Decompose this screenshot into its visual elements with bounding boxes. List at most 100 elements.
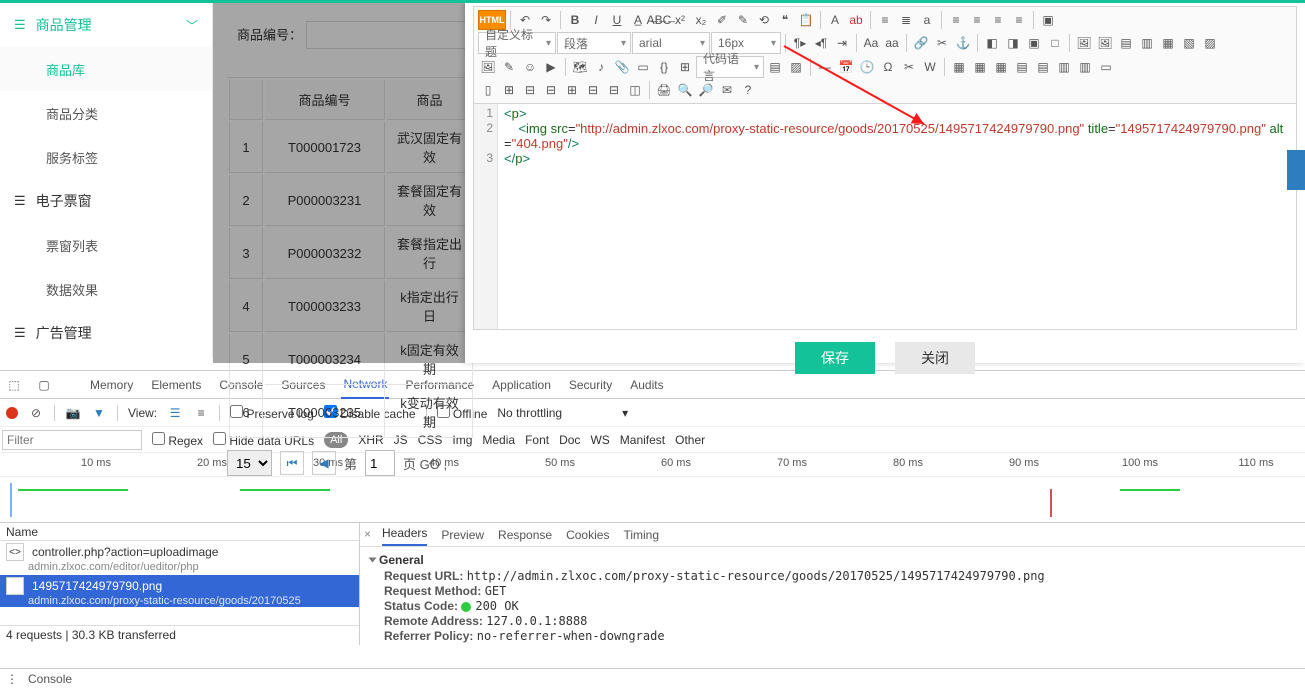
- touppercase-icon[interactable]: Aa: [861, 33, 881, 53]
- type-media[interactable]: Media: [482, 433, 515, 447]
- subscript-icon[interactable]: x₂: [691, 10, 711, 30]
- ul-icon[interactable]: ≣: [896, 10, 916, 30]
- insert-more-4-icon[interactable]: ▧: [1179, 33, 1199, 53]
- type-font[interactable]: Font: [525, 433, 549, 447]
- image-none-icon[interactable]: □: [1045, 33, 1065, 53]
- merge-right-icon[interactable]: ⊟: [520, 80, 540, 100]
- selectall-icon[interactable]: a: [917, 10, 937, 30]
- insert-more-2-icon[interactable]: ▥: [1137, 33, 1157, 53]
- source-code-area[interactable]: 1 2 3 <p> <img src="http://admin.zlxoc.c…: [473, 104, 1297, 330]
- row-before-icon[interactable]: ▤: [1012, 57, 1032, 77]
- source-code[interactable]: <p> <img src="http://admin.zlxoc.com/pro…: [498, 104, 1296, 329]
- template-icon[interactable]: ▤: [765, 57, 785, 77]
- sidebar-group-goods[interactable]: ☰ 商品管理 ﹀: [0, 3, 212, 47]
- tolowercase-icon[interactable]: aa: [882, 33, 902, 53]
- page-input[interactable]: [365, 450, 395, 476]
- formatmatch-icon[interactable]: ✎: [733, 10, 753, 30]
- spechars-icon[interactable]: Ω: [878, 57, 898, 77]
- disclosure-triangle-icon[interactable]: [369, 558, 377, 563]
- attachment-icon[interactable]: 📎: [612, 57, 632, 77]
- tableprops-icon[interactable]: ▦: [970, 57, 990, 77]
- filter-toggle-icon[interactable]: ▼: [91, 406, 107, 420]
- pager-prev-icon[interactable]: ◀: [312, 451, 336, 475]
- insertcode-icon[interactable]: {}: [654, 57, 674, 77]
- anchor-icon[interactable]: ⚓: [953, 33, 973, 53]
- netlist-header[interactable]: Name: [0, 523, 359, 541]
- map-icon[interactable]: 🗺: [570, 57, 590, 77]
- insert-more-1-icon[interactable]: ▤: [1116, 33, 1136, 53]
- hr-icon[interactable]: —: [815, 57, 835, 77]
- inserttable-icon[interactable]: ▦: [949, 57, 969, 77]
- split-cells-icon[interactable]: ⊞: [562, 80, 582, 100]
- split-cols-icon[interactable]: ⊟: [604, 80, 624, 100]
- time-icon[interactable]: 🕒: [857, 57, 877, 77]
- type-ws[interactable]: WS: [590, 433, 609, 447]
- align-right-icon[interactable]: ≡: [988, 10, 1008, 30]
- tab-security[interactable]: Security: [567, 371, 614, 399]
- scrawl-icon[interactable]: ✎: [499, 57, 519, 77]
- sidebar-item-data-effect[interactable]: 数据效果: [0, 267, 212, 311]
- delete-row-icon[interactable]: ▭: [1096, 57, 1116, 77]
- detail-tab-cookies[interactable]: Cookies: [566, 528, 609, 546]
- unlink-icon[interactable]: ✂: [932, 33, 952, 53]
- indent-icon[interactable]: ⇥: [832, 33, 852, 53]
- delete-col-icon[interactable]: ▯: [478, 80, 498, 100]
- general-section[interactable]: General: [379, 553, 424, 567]
- font-family-select[interactable]: arial: [632, 32, 710, 54]
- superscript-icon[interactable]: x²: [670, 10, 690, 30]
- close-button[interactable]: 关闭: [895, 342, 975, 374]
- merge-cells-icon[interactable]: ⊞: [499, 80, 519, 100]
- throttle-caret-icon[interactable]: ▾: [622, 406, 628, 420]
- close-detail-icon[interactable]: ×: [364, 527, 371, 541]
- drawer-tab-console[interactable]: Console: [28, 672, 72, 686]
- date-icon[interactable]: 📅: [836, 57, 856, 77]
- video-icon[interactable]: ▶: [541, 57, 561, 77]
- pasteplain-icon[interactable]: 📋: [796, 10, 816, 30]
- align-center-icon[interactable]: ≡: [967, 10, 987, 30]
- throttle-select[interactable]: No throttling: [497, 406, 562, 420]
- sidebar-item-ticket-list[interactable]: 票窗列表: [0, 223, 212, 267]
- strike-icon[interactable]: A̶B̶C̶: [649, 10, 669, 30]
- insert-multi-image-icon[interactable]: 🖼: [1095, 33, 1115, 53]
- dir-ltr-icon[interactable]: ¶▸: [790, 33, 810, 53]
- sidebar-item-service-tag[interactable]: 服务标签: [0, 135, 212, 179]
- fullscreen-icon[interactable]: ▣: [1038, 10, 1058, 30]
- align-justify-icon[interactable]: ≡: [1009, 10, 1029, 30]
- detail-tab-timing[interactable]: Timing: [623, 528, 659, 546]
- insert-image-icon[interactable]: 🖼: [1074, 33, 1094, 53]
- clear-icon[interactable]: ⊘: [28, 406, 44, 420]
- snapscreen-icon[interactable]: ✂: [899, 57, 919, 77]
- tab-audits[interactable]: Audits: [628, 371, 665, 399]
- save-button[interactable]: 保存: [795, 342, 875, 374]
- backcolor-icon[interactable]: ab: [846, 10, 866, 30]
- music-icon[interactable]: ♪: [591, 57, 611, 77]
- network-row[interactable]: ▦1495717424979790.png: [0, 575, 359, 597]
- split-rows-icon[interactable]: ⊟: [583, 80, 603, 100]
- insertframe-icon[interactable]: ▭: [633, 57, 653, 77]
- filter-input[interactable]: [2, 430, 142, 450]
- table-cell[interactable]: T000003235: [265, 387, 385, 438]
- overview-waterfall[interactable]: [0, 477, 1305, 523]
- merge-down-icon[interactable]: ⊟: [541, 80, 561, 100]
- table-cell[interactable]: k变动有效期: [387, 387, 473, 438]
- autotype-icon[interactable]: ⟲: [754, 10, 774, 30]
- devtools-drawer[interactable]: ⋮ Console: [0, 668, 1305, 688]
- inspect-icon[interactable]: ⬚: [6, 378, 22, 392]
- tab-elements[interactable]: Elements: [149, 371, 203, 399]
- image-left-icon[interactable]: ◧: [982, 33, 1002, 53]
- bold-icon[interactable]: B: [565, 10, 585, 30]
- page-size-select[interactable]: 15: [227, 450, 272, 476]
- type-doc[interactable]: Doc: [559, 433, 580, 447]
- sidebar-item-goods-lib[interactable]: 商品库: [0, 47, 212, 91]
- detail-tab-preview[interactable]: Preview: [441, 528, 484, 546]
- redo-icon[interactable]: ↷: [536, 10, 556, 30]
- regex-checkbox[interactable]: Regex: [152, 432, 203, 448]
- network-row[interactable]: <>controller.php?action=uploadimage: [0, 541, 359, 563]
- detail-tab-headers[interactable]: Headers: [382, 526, 427, 546]
- italic-icon[interactable]: I: [586, 10, 606, 30]
- style-select[interactable]: 自定义标题: [478, 32, 556, 54]
- webapp-icon[interactable]: ⊞: [675, 57, 695, 77]
- view-large-icon[interactable]: ☰: [167, 406, 183, 420]
- insert-more-3-icon[interactable]: ▦: [1158, 33, 1178, 53]
- simpleupload-icon[interactable]: 🖼: [478, 57, 498, 77]
